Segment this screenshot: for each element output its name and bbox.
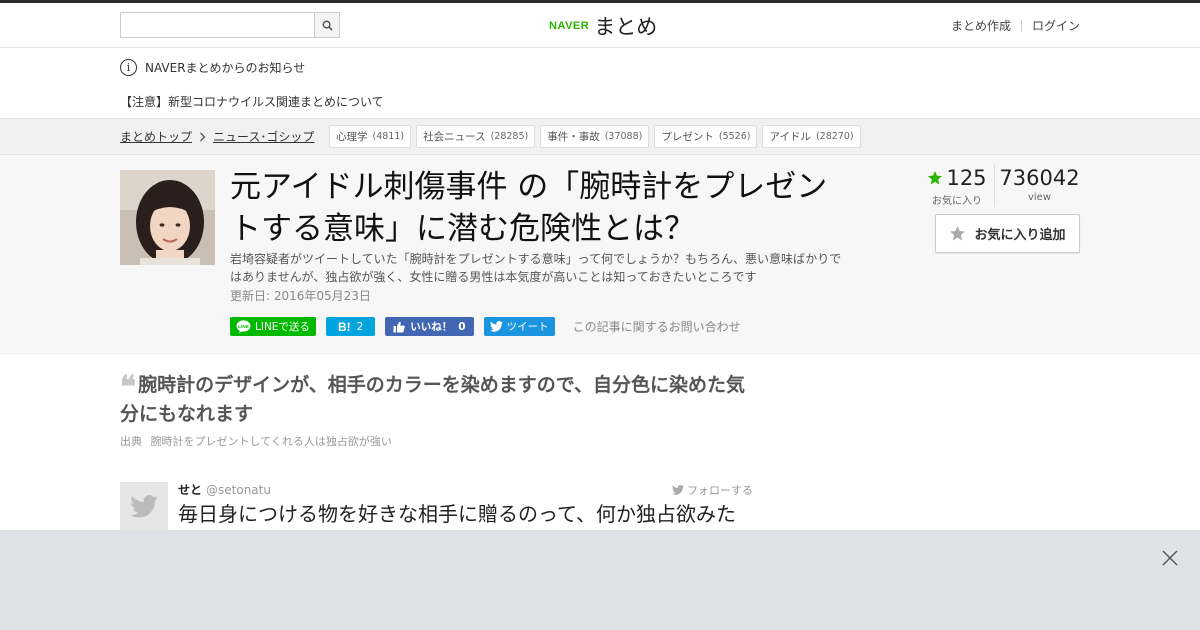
quote-mark-icon: ❝ (120, 370, 137, 405)
tag-count: (28270) (815, 131, 854, 142)
star-icon (928, 171, 943, 185)
line-share-button[interactable]: LINE LINEで送る (230, 317, 316, 336)
header-links: まとめ作成 ログイン (951, 17, 1080, 34)
tag-present[interactable]: プレゼント (5526) (654, 125, 758, 148)
tag-label: プレゼント (661, 131, 714, 143)
hatena-bookmark-button[interactable]: B! 2 (325, 317, 376, 336)
header-divider (1020, 19, 1022, 32)
breadcrumb-item-news[interactable]: ニュース･ゴシップ (213, 128, 314, 145)
tag-idol[interactable]: アイドル (28270) (762, 125, 861, 148)
hatena-icon: B! (337, 319, 351, 334)
article-header: 元アイドル刺傷事件 の「腕時計をプレゼントする意味」に潜む危険性とは？ 岩埼容疑… (0, 155, 1200, 354)
breadcrumb-item-top[interactable]: まとめトップ (120, 128, 192, 145)
search-input[interactable] (121, 13, 315, 37)
view-count: 736042 (999, 166, 1080, 190)
favorites-count: 125 (946, 166, 987, 190)
views-label: view (1027, 192, 1052, 203)
tag-label: 心理学 (336, 131, 368, 143)
notice-section: i NAVERまとめからのお知らせ 【注意】新型コロナウイルス関連まとめについて (0, 48, 1200, 118)
tweet-author-name[interactable]: せと (178, 483, 202, 497)
notice-link[interactable]: 【注意】新型コロナウイルス関連まとめについて (120, 93, 384, 110)
article-thumbnail (120, 170, 215, 265)
thumbs-up-icon (393, 321, 406, 332)
add-favorite-button[interactable]: お気に入り追加 (935, 214, 1080, 253)
tweet-label: ツイート (506, 321, 549, 333)
facebook-like-button[interactable]: いいね！ 0 (385, 317, 474, 336)
tag-list: 心理学 (4811) 社会ニュース (28285) 事件・事故 (37088) プレゼ… (329, 125, 861, 148)
favorites-stat: 125 お気に入り (920, 165, 994, 207)
fb-like-label: いいね！ (410, 321, 453, 333)
share-buttons: LINE LINEで送る B! 2 いいね！ 0 ツイート この記事に関するお問… (230, 317, 741, 336)
search-button[interactable] (314, 13, 339, 37)
tweet-author: せと @setonatu (178, 481, 271, 498)
article-description: 岩埼容疑者がツイートしていた「腕時計をプレゼントする意味」って何でしょうか？もち… (230, 252, 842, 284)
tweet-text: 毎日身につける物を好きな相手に贈るのって、何か独占欲みた (178, 502, 736, 526)
tag-psychology[interactable]: 心理学 (4811) (329, 125, 412, 148)
chevron-right-icon (200, 132, 206, 141)
breadcrumb-bar: まとめトップ ニュース･ゴシップ 心理学 (4811) 社会ニュース (28285)… (0, 118, 1200, 155)
fb-like-count: 0 (458, 320, 466, 333)
tweet-author-handle[interactable]: @setonatu (206, 483, 271, 497)
ad-overlay (0, 530, 1200, 630)
views-stat: 736042 view (994, 165, 1084, 207)
twitter-bird-icon (130, 494, 158, 518)
tweet-button[interactable]: ツイート (483, 317, 555, 336)
search-icon (322, 20, 333, 31)
naver-matome-logo[interactable]: NAVER まとめ (549, 11, 657, 41)
contact-link[interactable]: この記事に関するお問い合わせ (573, 318, 741, 335)
tag-count: (37088) (604, 131, 643, 142)
close-icon[interactable] (1160, 548, 1180, 568)
hatena-count: 2 (356, 320, 364, 333)
tag-label: 社会ニュース (423, 131, 486, 143)
source-link[interactable]: 腕時計をプレゼントしてくれる人は独占欲が強い (151, 435, 392, 448)
tag-label: 事件・事故 (547, 131, 600, 143)
twitter-bird-icon (672, 485, 684, 495)
quote-source: 出典 腕時計をプレゼントしてくれる人は独占欲が強い (120, 433, 392, 449)
thumbnail-portrait-image (120, 170, 215, 265)
notice-title: NAVERまとめからのお知らせ (145, 61, 306, 75)
quote-text: 腕時計のデザインが、相手のカラーを染めますので、自分色に染めた気分にもなれます (120, 374, 746, 425)
line-share-label: LINEで送る (255, 321, 310, 333)
article-stats: 125 お気に入り 736042 view (920, 165, 1084, 207)
site-header: NAVER まとめ まとめ作成 ログイン (0, 3, 1200, 48)
create-matome-link[interactable]: まとめ作成 (951, 17, 1011, 34)
tag-count: (4811) (372, 131, 405, 142)
login-link[interactable]: ログイン (1032, 17, 1080, 34)
article-title: 元アイドル刺傷事件 の「腕時計をプレゼントする意味」に潜む危険性とは？ (230, 169, 828, 247)
logo-matome-text: まとめ (594, 15, 658, 39)
star-outline-icon (950, 226, 966, 241)
source-label: 出典 (120, 435, 142, 448)
tweet-follow-button[interactable]: フォローする (672, 482, 753, 498)
tag-count: (28285) (490, 131, 529, 142)
favorites-label: お気に入り (932, 196, 982, 207)
twitter-bird-icon (489, 321, 503, 332)
breadcrumb: まとめトップ ニュース･ゴシップ (120, 119, 314, 154)
quote-block: ❝ 腕時計のデザインが、相手のカラーを染めますので、自分色に染めた気分にもなれます (120, 372, 760, 428)
tag-count: (5526) (718, 131, 751, 142)
line-icon: LINE (236, 320, 251, 333)
tag-incidents[interactable]: 事件・事故 (37088) (540, 125, 650, 148)
search-box (120, 12, 340, 38)
info-icon: i (120, 59, 137, 76)
tweet-avatar[interactable] (120, 482, 168, 530)
logo-naver-text: NAVER (549, 20, 590, 32)
tag-social-news[interactable]: 社会ニュース (28285) (416, 125, 536, 148)
tag-label: アイドル (769, 131, 811, 143)
svg-text:LINE: LINE (238, 324, 248, 329)
notice-header: i NAVERまとめからのお知らせ (120, 59, 305, 76)
updated-date: 更新日: 2016年05月23日 (230, 289, 371, 303)
add-favorite-label: お気に入り追加 (974, 228, 1066, 243)
tweet-follow-label: フォローする (687, 484, 753, 497)
